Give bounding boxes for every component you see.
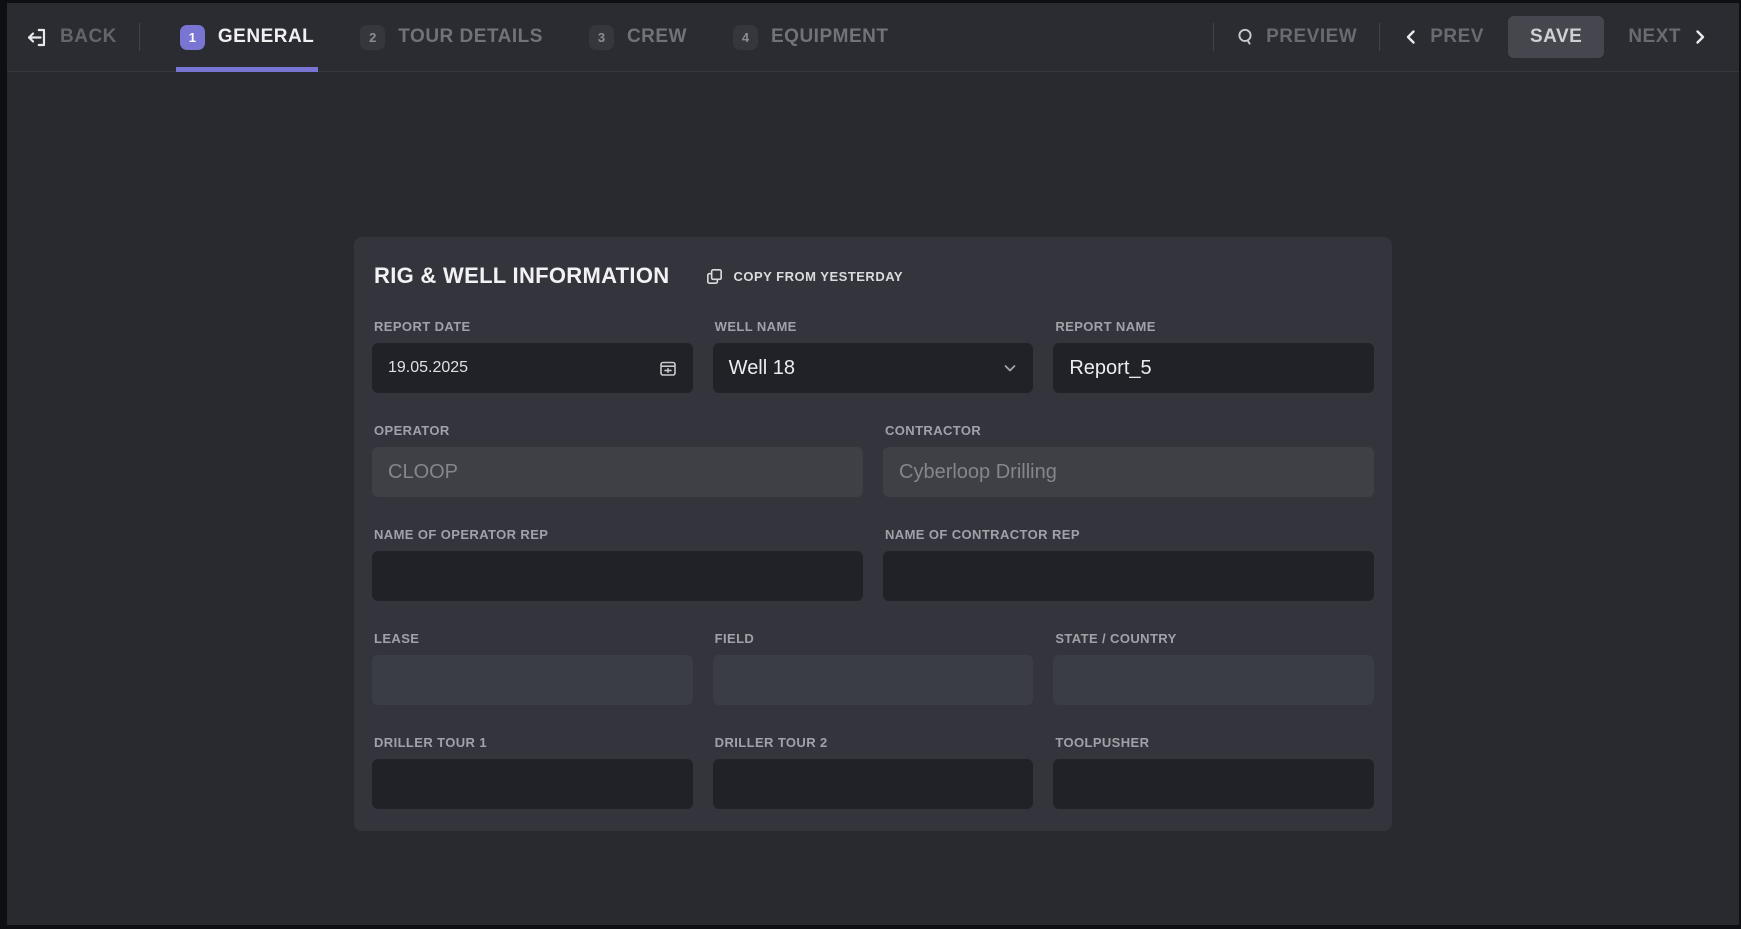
contractor-rep-label: NAME OF CONTRACTOR REP [883,527,1374,542]
well-name-label: WELL NAME [713,319,1034,334]
search-icon [1236,27,1256,47]
well-name-value: Well 18 [713,357,1003,380]
back-label: BACK [60,26,117,48]
back-button[interactable]: BACK [25,26,117,49]
divider [1379,23,1380,51]
field-label: FIELD [713,631,1034,646]
preview-button[interactable]: PREVIEW [1236,26,1357,48]
form-row-3: NAME OF OPERATOR REP NAME OF CONTRACTOR … [372,527,1374,601]
form-row-5: DRILLER TOUR 1 DRILLER TOUR 2 TOOLPUSHER [372,735,1374,809]
operator-label: OPERATOR [372,423,863,438]
main-content: RIG & WELL INFORMATION COPY FROM YESTERD… [7,72,1739,925]
step-number-badge: 3 [589,25,614,50]
form-row-4: LEASE FIELD STATE / COUNTRY [372,631,1374,705]
contractor-rep-field [883,551,1374,601]
step-tabs: 1 GENERAL 2 TOUR DETAILS 3 CREW 4 EQUIPM… [180,3,889,71]
rig-well-information-card: RIG & WELL INFORMATION COPY FROM YESTERD… [354,237,1392,831]
next-label: NEXT [1628,26,1681,48]
state-country-label: STATE / COUNTRY [1053,631,1374,646]
top-bar: BACK 1 GENERAL 2 TOUR DETAILS 3 CREW 4 E… [7,3,1739,72]
lease-input [372,669,693,692]
step-label: EQUIPMENT [771,26,888,48]
tab-equipment[interactable]: 4 EQUIPMENT [733,3,888,71]
app-window: BACK 1 GENERAL 2 TOUR DETAILS 3 CREW 4 E… [7,3,1739,925]
copy-from-yesterday-button[interactable]: COPY FROM YESTERDAY [705,267,903,286]
tab-crew[interactable]: 3 CREW [589,3,687,71]
form-row-1: REPORT DATE W [372,319,1374,393]
prev-button[interactable]: PREV [1402,26,1484,48]
driller-tour-2-field [713,759,1034,809]
calendar-icon[interactable] [658,358,678,378]
contractor-field [883,447,1374,497]
toolpusher-input[interactable] [1053,773,1374,796]
back-arrow-icon [25,26,48,49]
tab-general[interactable]: 1 GENERAL [180,3,314,71]
divider [1213,23,1214,51]
report-name-field [1053,343,1374,393]
lease-field [372,655,693,705]
state-country-input [1053,669,1374,692]
operator-rep-input[interactable] [372,565,863,588]
driller-tour-1-label: DRILLER TOUR 1 [372,735,693,750]
card-header: RIG & WELL INFORMATION COPY FROM YESTERD… [372,263,1374,289]
report-name-input[interactable] [1053,357,1374,380]
preview-label: PREVIEW [1266,26,1357,48]
lease-label: LEASE [372,631,693,646]
report-date-field [372,343,693,393]
prev-label: PREV [1430,26,1484,48]
divider [139,23,140,51]
chevron-right-icon [1691,28,1709,46]
driller-tour-2-label: DRILLER TOUR 2 [713,735,1034,750]
toolpusher-field [1053,759,1374,809]
form-row-2: OPERATOR CONTRACTOR [372,423,1374,497]
driller-tour-1-field [372,759,693,809]
step-label: GENERAL [218,26,314,48]
toolpusher-label: TOOLPUSHER [1053,735,1374,750]
contractor-input [883,461,1374,484]
operator-rep-field [372,551,863,601]
field-field [713,655,1034,705]
step-number-badge: 2 [360,25,385,50]
well-name-select[interactable]: Well 18 [713,343,1034,393]
report-date-input[interactable] [372,359,658,377]
step-number-badge: 1 [180,25,205,50]
chevron-left-icon [1402,28,1420,46]
copy-from-yesterday-label: COPY FROM YESTERDAY [733,269,903,284]
tab-tour-details[interactable]: 2 TOUR DETAILS [360,3,543,71]
chevron-down-icon [1002,360,1018,376]
operator-rep-label: NAME OF OPERATOR REP [372,527,863,542]
step-label: CREW [627,26,687,48]
operator-input [372,461,863,484]
card-title: RIG & WELL INFORMATION [374,263,669,289]
operator-field [372,447,863,497]
contractor-label: CONTRACTOR [883,423,1374,438]
driller-tour-2-input[interactable] [713,773,1034,796]
step-label: TOUR DETAILS [398,26,543,48]
top-bar-actions: PREVIEW PREV SAVE NEXT [1191,16,1709,58]
field-input [713,669,1034,692]
report-date-label: REPORT DATE [372,319,693,334]
next-button[interactable]: NEXT [1628,26,1709,48]
driller-tour-1-input[interactable] [372,773,693,796]
state-country-field [1053,655,1374,705]
step-number-badge: 4 [733,25,758,50]
copy-icon [705,267,724,286]
save-button[interactable]: SAVE [1508,16,1604,58]
report-name-label: REPORT NAME [1053,319,1374,334]
contractor-rep-input[interactable] [883,565,1374,588]
